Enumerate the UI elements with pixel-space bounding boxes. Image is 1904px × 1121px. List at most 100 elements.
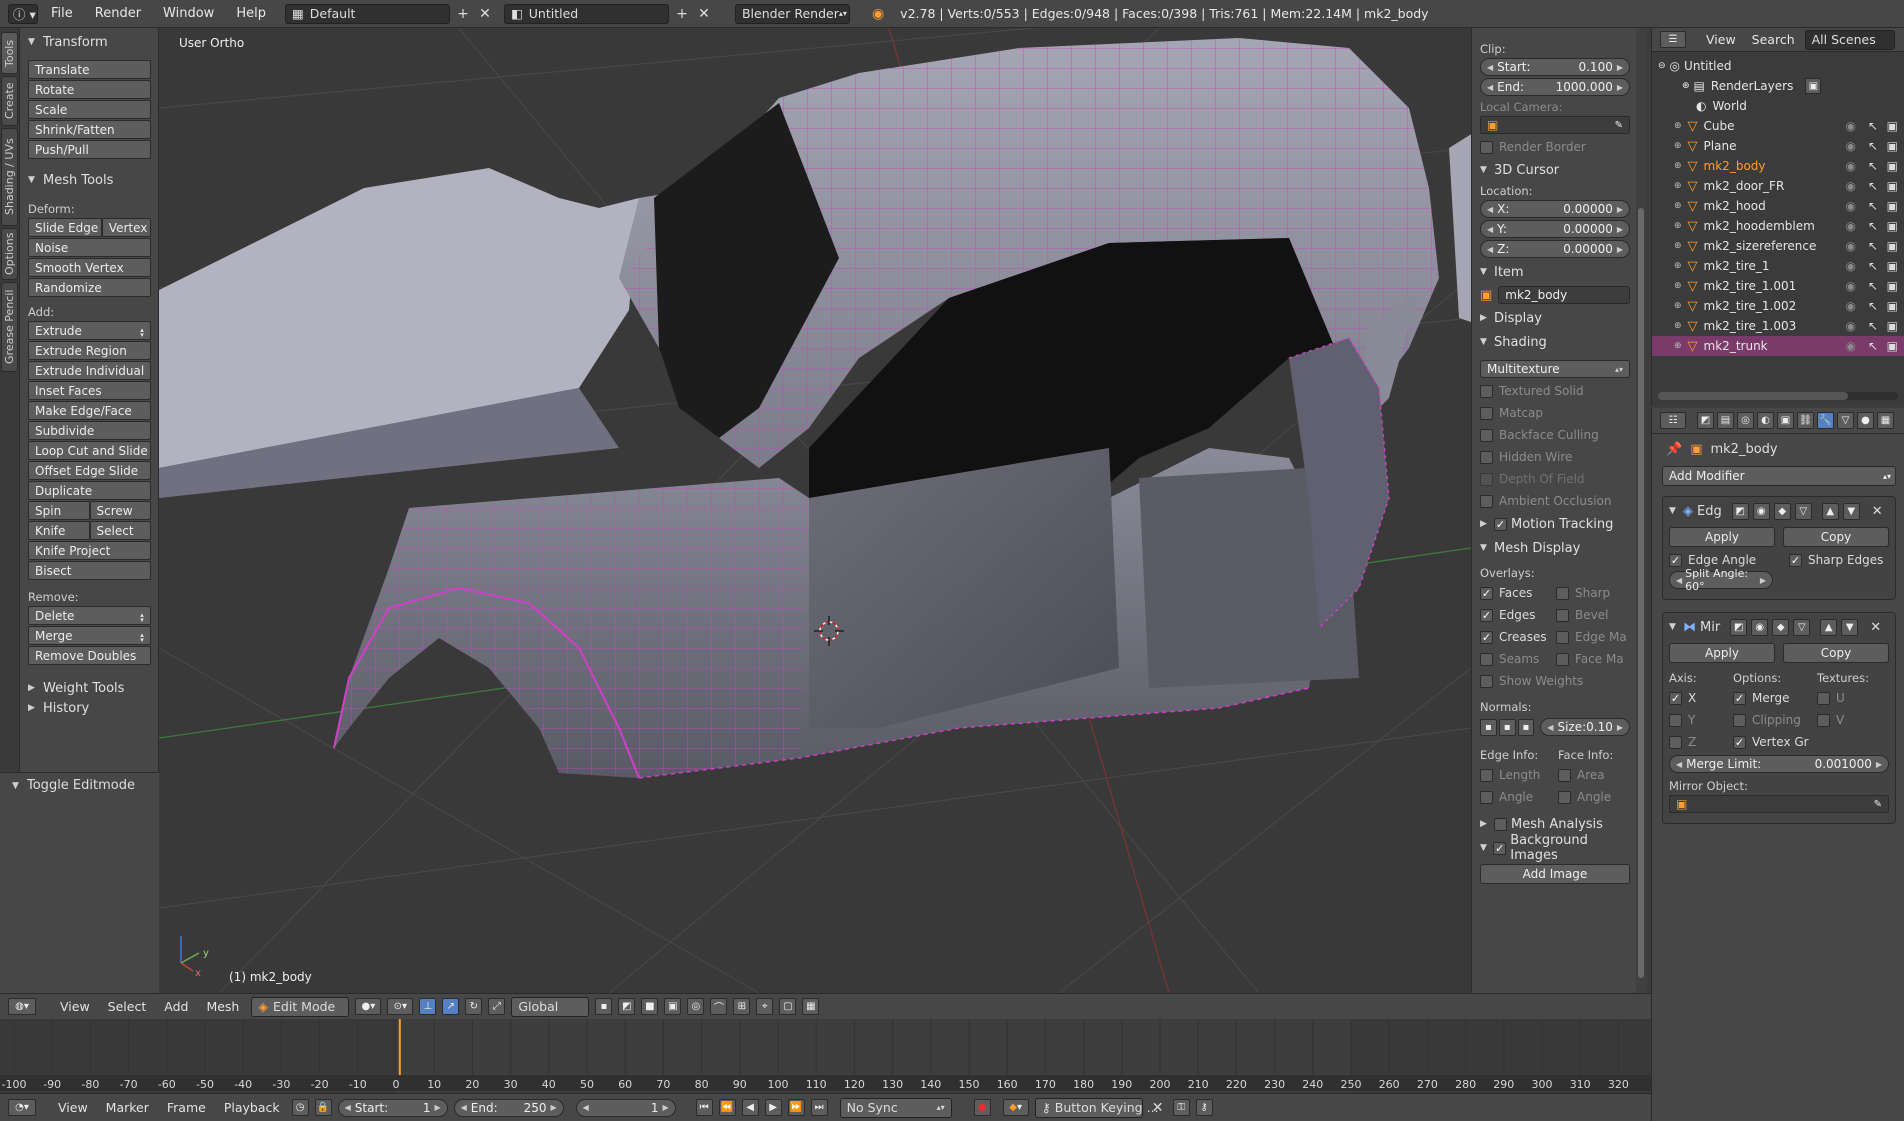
knife-project-button[interactable]: Knife Project <box>28 541 151 560</box>
slide-vertex-button[interactable]: Vertex <box>101 218 151 237</box>
play-reverse-icon[interactable]: ◀ <box>741 1099 759 1116</box>
snap-toggle-icon[interactable]: ⌒ <box>710 998 728 1015</box>
modifier-name-field[interactable]: Edg <box>1697 504 1722 519</box>
duplicate-button[interactable]: Duplicate <box>28 481 151 500</box>
outliner-object-row[interactable]: ⊕ ▽ mk2_sizereference ◉ ↖ ▣ <box>1652 236 1904 256</box>
faces-checkbox[interactable]: ✓ Faces <box>1480 582 1556 604</box>
modifiers-tab-icon[interactable]: 🔧 <box>1817 412 1834 429</box>
eye-visibility-icon[interactable]: ◉ <box>1846 279 1856 293</box>
expand-icon[interactable]: ⊕ <box>1674 141 1682 151</box>
expand-icon[interactable]: ⊕ <box>1674 181 1682 191</box>
mesh-tools-panel-header[interactable]: ▼ Mesh Tools <box>28 170 151 190</box>
eye-visibility-icon[interactable]: ◉ <box>1846 339 1856 353</box>
eye-visibility-icon[interactable]: ◉ <box>1846 259 1856 273</box>
bisect-button[interactable]: Bisect <box>28 561 151 580</box>
constraints-tab-icon[interactable]: ⛓ <box>1797 412 1814 429</box>
add-menu[interactable]: Add <box>158 997 194 1017</box>
normal-size-field[interactable]: ◀ Size: 0.10 ▶ <box>1540 718 1631 736</box>
clip-start-field[interactable]: ◀ Start: 0.100 ▶ <box>1480 58 1630 76</box>
mirror-z-toggle[interactable]: Z <box>1669 731 1733 753</box>
viewport-editor-type-icon[interactable]: ◍▾ <box>8 998 36 1015</box>
move-up-icon[interactable]: ▲ <box>1820 618 1838 636</box>
outliner-scene-row[interactable]: ⊖ ◎ Untitled <box>1652 56 1904 76</box>
render-toggle-icon[interactable]: ◩ <box>1731 502 1749 520</box>
shrink-fatten-button[interactable]: Shrink/Fatten <box>28 120 151 139</box>
insert-keyframe-icon[interactable]: ⚿ <box>1172 1099 1190 1116</box>
opengl-anim-icon[interactable]: ▦ <box>802 998 820 1015</box>
mirror-x-toggle[interactable]: ✓ X <box>1669 687 1733 709</box>
outliner-editor-type-icon[interactable]: ☰ <box>1660 31 1686 48</box>
outliner-object-row[interactable]: ⊕ ▽ Cube ◉ ↖ ▣ <box>1652 116 1904 136</box>
delete-menu[interactable]: Delete <box>28 606 151 625</box>
move-down-icon[interactable]: ▼ <box>1841 618 1859 636</box>
matcap-checkbox[interactable]: Matcap <box>1480 402 1630 424</box>
inset-faces-button[interactable]: Inset Faces <box>28 381 151 400</box>
add-scene-button[interactable]: + <box>673 5 691 23</box>
remove-modifier-icon[interactable]: ✕ <box>1872 504 1883 519</box>
vertex-normals-icon[interactable]: ▪ <box>1480 718 1497 736</box>
sharp-checkbox[interactable]: Sharp <box>1556 582 1610 604</box>
clipping-toggle[interactable]: Clipping <box>1733 709 1817 731</box>
eye-visibility-icon[interactable]: ◉ <box>1846 179 1856 193</box>
face-marks-checkbox[interactable]: Face Ma <box>1556 648 1624 670</box>
make-edge-face-button[interactable]: Make Edge/Face <box>28 401 151 420</box>
add-layout-button[interactable]: + <box>454 5 472 23</box>
tab-tools[interactable]: Tools <box>1 32 18 74</box>
history-panel-header[interactable]: ▶ History <box>28 698 151 718</box>
bevel-checkbox[interactable]: Bevel <box>1556 604 1608 626</box>
scene-tab-icon[interactable]: ◎ <box>1737 412 1754 429</box>
clip-end-field[interactable]: ◀ End: 1000.000 ▶ <box>1480 78 1630 96</box>
outliner-object-row[interactable]: ⊕ ▽ Plane ◉ ↖ ▣ <box>1652 136 1904 156</box>
render-camera-icon[interactable]: ▣ <box>1887 159 1898 173</box>
tab-create[interactable]: Create <box>1 76 18 126</box>
properties-editor-type-icon[interactable]: ☷ <box>1660 412 1686 429</box>
play-icon[interactable]: ▶ <box>764 1099 782 1116</box>
menu-render[interactable]: Render <box>86 4 150 23</box>
jump-start-icon[interactable]: ⏮ <box>695 1099 713 1116</box>
weight-tools-panel-header[interactable]: ▶ Weight Tools <box>28 678 151 698</box>
depth-of-field-checkbox[interactable]: Depth Of Field <box>1480 468 1630 490</box>
length-checkbox[interactable]: Length <box>1480 764 1558 786</box>
mirror-v-toggle[interactable]: V <box>1817 709 1869 731</box>
select-arrow-icon[interactable]: ↖ <box>1868 199 1878 213</box>
noise-button[interactable]: Noise <box>28 238 151 257</box>
render-camera-icon[interactable]: ▣ <box>1887 179 1898 193</box>
scene-select[interactable]: ◧ Untitled <box>503 3 669 24</box>
eye-visibility-icon[interactable]: ◉ <box>1846 199 1856 213</box>
offset-edge-slide-button[interactable]: Offset Edge Slide <box>28 461 151 480</box>
mesh-display-panel-header[interactable]: ▼ Mesh Display <box>1480 536 1630 560</box>
render-layers-tab-icon[interactable]: ▤ <box>1717 412 1734 429</box>
expand-icon[interactable]: ⊕ <box>1674 341 1682 351</box>
select-arrow-icon[interactable]: ↖ <box>1868 239 1878 253</box>
select-arrow-icon[interactable]: ↖ <box>1868 279 1878 293</box>
3d-cursor-panel-header[interactable]: ▼ 3D Cursor <box>1480 158 1630 182</box>
randomize-button[interactable]: Randomize <box>28 278 151 297</box>
select-menu[interactable]: Select <box>102 997 153 1017</box>
pin-icon[interactable]: 📌 <box>1666 442 1682 457</box>
frame-menu[interactable]: Frame <box>161 1098 212 1118</box>
eyedropper-icon[interactable]: ✎ <box>1874 799 1882 810</box>
menu-window[interactable]: Window <box>154 4 223 23</box>
merge-toggle[interactable]: ✓ Merge <box>1733 687 1817 709</box>
scroll-thumb[interactable] <box>1638 208 1644 978</box>
display-mode-select[interactable]: All Scenes <box>1804 29 1895 50</box>
eye-visibility-icon[interactable]: ◉ <box>1846 159 1856 173</box>
item-panel-header[interactable]: ▼ Item <box>1480 260 1630 284</box>
record-icon[interactable]: ● <box>973 1099 991 1116</box>
move-down-icon[interactable]: ▼ <box>1842 502 1860 520</box>
eye-visibility-icon[interactable]: ◉ <box>1846 239 1856 253</box>
mirror-copy-button[interactable]: Copy <box>1783 643 1889 663</box>
timeline-view-menu[interactable]: View <box>52 1098 94 1118</box>
vertex-select-icon[interactable]: ▪ <box>595 998 613 1015</box>
local-camera-field[interactable]: ▣ ✎ <box>1480 116 1630 134</box>
rotate-manipulator-icon[interactable]: ↻ <box>465 998 483 1015</box>
select-arrow-icon[interactable]: ↖ <box>1868 259 1878 273</box>
edge-angle-checkbox[interactable]: Angle <box>1480 786 1558 808</box>
object-tab-icon[interactable]: ▣ <box>1777 412 1794 429</box>
expand-icon[interactable]: ⊕ <box>1674 281 1682 291</box>
expand-icon[interactable]: ⊕ <box>1674 121 1682 131</box>
screw-button[interactable]: Screw <box>89 501 151 520</box>
transform-panel-header[interactable]: ▼ Transform <box>28 32 151 52</box>
keying-set-icon[interactable]: ◆ ▾ <box>1002 1099 1029 1116</box>
render-camera-icon[interactable]: ▣ <box>1887 339 1898 353</box>
